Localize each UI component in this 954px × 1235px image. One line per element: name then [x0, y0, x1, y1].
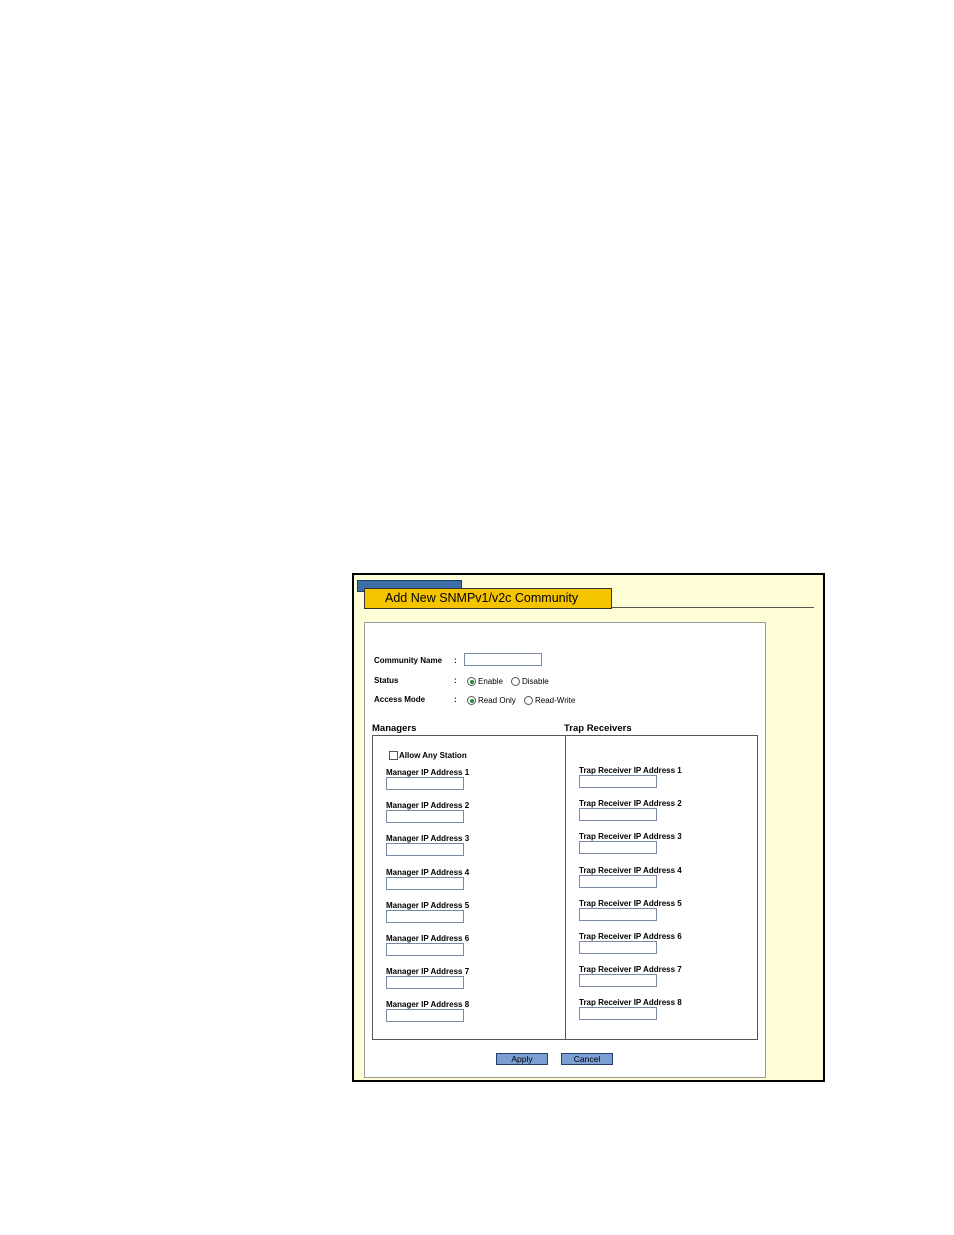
community-name-input[interactable] [464, 653, 542, 666]
status-enable-radio[interactable] [467, 677, 476, 686]
manager-ip-input-6[interactable] [386, 943, 464, 956]
trap-receiver-ip-input-8[interactable] [579, 1007, 657, 1021]
manager-ip-input-2[interactable] [386, 810, 464, 824]
managers-heading: Managers [372, 723, 417, 734]
cancel-button[interactable]: Cancel [561, 1053, 613, 1065]
community-name-label: Community Name [374, 656, 443, 665]
title-rule [612, 607, 814, 608]
manager-ip-label-2: Manager IP Address 2 [386, 801, 470, 811]
trap-receiver-ip-label-4: Trap Receiver IP Address 4 [579, 865, 682, 875]
access-readwrite-radio[interactable] [524, 696, 533, 705]
manager-ip-label-4: Manager IP Address 4 [386, 867, 470, 877]
trap-receiver-ip-input-7[interactable] [579, 974, 657, 988]
manager-ip-input-5[interactable] [386, 909, 464, 923]
trap-receiver-ip-input-5[interactable] [579, 907, 657, 921]
apply-button[interactable]: Apply [496, 1053, 548, 1065]
trap-receiver-ip-label-7: Trap Receiver IP Address 7 [579, 965, 682, 975]
status-disable-radio[interactable] [511, 677, 520, 686]
trap-receiver-ip-label-8: Trap Receiver IP Address 8 [579, 998, 682, 1008]
trap-receiver-ip-input-6[interactable] [579, 941, 657, 954]
trap-receiver-ip-label-1: Trap Receiver IP Address 1 [579, 766, 682, 775]
colon: : [454, 695, 457, 704]
manager-ip-label-7: Manager IP Address 7 [386, 967, 470, 977]
trap-receivers-heading: Trap Receivers [564, 723, 632, 734]
column-divider [565, 736, 566, 1039]
status-enable-label: Enable [478, 677, 503, 686]
access-readwrite-label: Read-Write [535, 696, 576, 705]
manager-ip-input-4[interactable] [386, 876, 464, 890]
status-disable-label: Disable [522, 677, 549, 686]
colon: : [454, 656, 457, 665]
allow-any-station-label: Allow Any Station [399, 751, 467, 760]
manager-ip-input-8[interactable] [386, 1009, 464, 1023]
trap-receiver-ip-label-3: Trap Receiver IP Address 3 [579, 832, 682, 842]
manager-ip-input-3[interactable] [386, 843, 464, 857]
trap-receiver-ip-label-5: Trap Receiver IP Address 5 [579, 898, 682, 908]
form-panel: Community Name : Status : Enable Disable… [364, 622, 766, 1078]
trap-receiver-ip-input-3[interactable] [579, 841, 657, 855]
manager-ip-input-1[interactable] [386, 777, 464, 790]
allow-any-station-checkbox[interactable] [389, 751, 398, 760]
manager-ip-label-8: Manager IP Address 8 [386, 1000, 470, 1010]
colon: : [454, 676, 457, 685]
manager-ip-label-5: Manager IP Address 5 [386, 900, 470, 910]
status-label: Status [374, 676, 399, 685]
dialog-frame: Add New SNMPv1/v2c Community Community N… [352, 573, 825, 1082]
trap-receiver-ip-input-1[interactable] [579, 775, 657, 788]
access-readonly-radio[interactable] [467, 696, 476, 705]
trap-receiver-ip-input-4[interactable] [579, 874, 657, 888]
access-readonly-label: Read Only [478, 696, 516, 705]
page-title: Add New SNMPv1/v2c Community [364, 588, 612, 609]
trap-receiver-ip-label-6: Trap Receiver IP Address 6 [579, 932, 682, 941]
manager-ip-label-6: Manager IP Address 6 [386, 934, 470, 943]
trap-receiver-ip-input-2[interactable] [579, 808, 657, 822]
trap-receiver-ip-label-2: Trap Receiver IP Address 2 [579, 799, 682, 809]
access-mode-label: Access Mode [374, 695, 426, 704]
manager-ip-input-7[interactable] [386, 976, 464, 990]
ip-address-box: Allow Any Station Manager IP Address 1 Ma… [372, 735, 758, 1040]
manager-ip-label-1: Manager IP Address 1 [386, 768, 470, 777]
manager-ip-label-3: Manager IP Address 3 [386, 834, 470, 844]
